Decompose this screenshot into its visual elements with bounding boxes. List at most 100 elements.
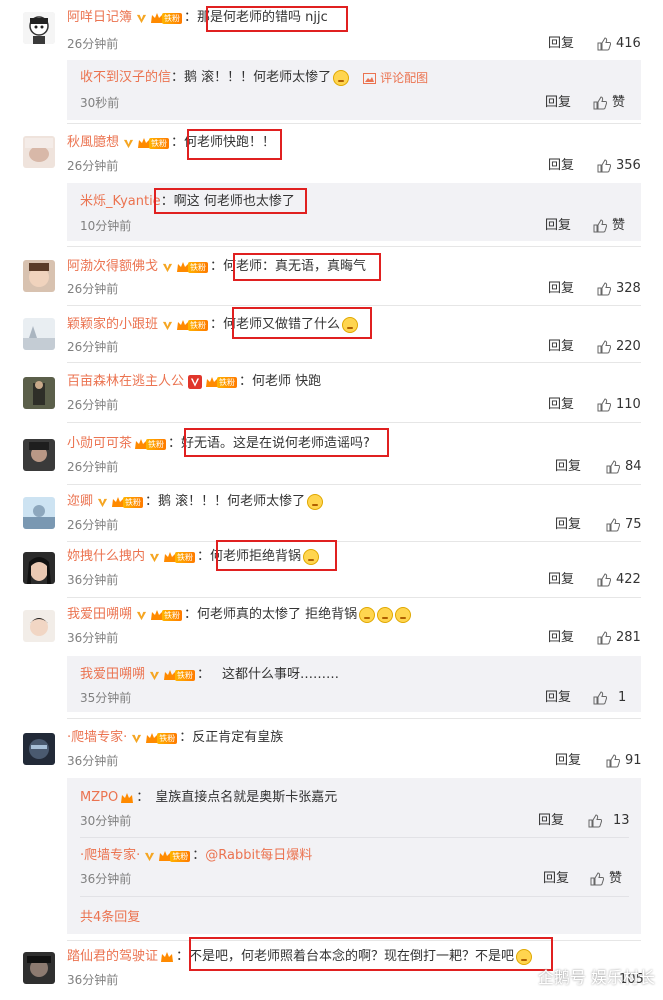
reply-button[interactable]: 回复 — [548, 397, 574, 413]
reply-button[interactable]: 回复 — [548, 339, 574, 355]
timestamp: 26分钟前 — [67, 460, 119, 474]
thumbs-up-icon — [606, 460, 620, 474]
reply-button[interactable]: 回复 — [545, 218, 571, 234]
mention-link[interactable]: @Rabbit每日爆料 — [205, 846, 312, 866]
username[interactable]: 阿渤次得额佛戈 — [67, 257, 158, 277]
like-button[interactable]: 赞 — [593, 218, 625, 234]
reply-button[interactable]: 回复 — [555, 459, 581, 475]
username[interactable]: 阿咩日记簿 — [67, 8, 132, 28]
timestamp: 36分钟前 — [67, 754, 119, 768]
thumbs-up-icon — [593, 691, 607, 705]
reply-button[interactable]: 回复 — [543, 871, 569, 887]
verified-v-icon — [149, 671, 160, 680]
thumbs-up-icon — [597, 631, 611, 645]
thumbs-up-icon — [597, 573, 611, 587]
verified-v-icon — [97, 498, 108, 507]
reply-button[interactable]: 回复 — [548, 281, 574, 297]
more-replies-link[interactable]: 共4条回复 — [80, 906, 140, 925]
like-button[interactable]: 1 — [593, 690, 626, 706]
comment-text: 反正肯定有皇族 — [192, 730, 284, 745]
fan-badge: 铁粉 — [145, 731, 178, 745]
timestamp: 26分钟前 — [67, 340, 119, 354]
fan-badge: 铁粉 — [134, 437, 167, 451]
like-button[interactable]: 赞 — [593, 95, 625, 111]
avatar[interactable] — [23, 260, 55, 292]
like-button[interactable]: 91 — [606, 753, 642, 769]
username[interactable]: 小勋可可茶 — [67, 434, 132, 454]
avatar[interactable] — [23, 610, 55, 642]
username[interactable]: ·爬墙专家· — [80, 846, 140, 866]
emoji-icon — [377, 607, 394, 623]
avatar[interactable] — [23, 497, 55, 529]
highlight-box — [233, 253, 381, 281]
avatar[interactable] — [23, 952, 55, 984]
username[interactable]: 颖颖家的小跟班 — [67, 315, 158, 335]
avatar[interactable] — [23, 136, 55, 168]
username[interactable]: MZPO — [80, 788, 118, 808]
username[interactable]: 妳拽什么拽内 — [67, 547, 145, 567]
reply-button[interactable]: 回复 — [548, 158, 574, 174]
highlight-box — [216, 540, 337, 571]
thumbs-up-icon — [593, 96, 607, 110]
comment-text: 这都什么事呀……… — [222, 667, 340, 682]
username[interactable]: 我爱田嗍嗍 — [80, 665, 145, 685]
timestamp: 30分钟前 — [80, 814, 132, 828]
highlight-box — [232, 307, 372, 339]
highlight-box — [206, 6, 348, 32]
timestamp: 36分钟前 — [67, 573, 119, 587]
avatar[interactable] — [23, 377, 55, 409]
reply-button[interactable]: 回复 — [548, 36, 574, 52]
fan-badge: 铁粉 — [150, 11, 183, 25]
comment-text: 鹅 滚！！！何老师太惨了 — [158, 494, 306, 509]
like-button[interactable]: 赞 — [590, 871, 622, 887]
avatar[interactable] — [23, 318, 55, 350]
highlight-box — [187, 129, 282, 160]
username[interactable]: 百亩森林在逃主人公 — [67, 372, 184, 392]
username[interactable]: 踏仙君的驾驶证 — [67, 947, 158, 967]
reply-button[interactable]: 回复 — [555, 753, 581, 769]
timestamp: 26分钟前 — [67, 282, 119, 296]
like-button[interactable]: 13 — [588, 813, 630, 829]
fan-badge — [160, 950, 174, 964]
username[interactable]: ·爬墙专家· — [67, 728, 127, 748]
avatar[interactable] — [23, 439, 55, 471]
avatar[interactable] — [23, 12, 55, 44]
like-button[interactable]: 356 — [597, 158, 641, 174]
reply-button[interactable]: 回复 — [548, 572, 574, 588]
fan-badge: 铁粉 — [111, 495, 144, 509]
like-button[interactable]: 422 — [597, 572, 641, 588]
like-button[interactable]: 220 — [597, 339, 641, 355]
username[interactable]: 我爱田嗍嗍 — [67, 605, 132, 625]
reply-button[interactable]: 回复 — [545, 95, 571, 111]
reply-button[interactable]: 回复 — [548, 630, 574, 646]
comment-text: 何老师真的太惨了 拒绝背锅 — [197, 607, 358, 622]
like-button[interactable]: 75 — [606, 517, 642, 533]
emoji-icon — [395, 607, 412, 623]
timestamp: 26分钟前 — [67, 37, 119, 51]
comment-image-link[interactable]: 评论配图 — [363, 68, 428, 88]
reply-button[interactable]: 回复 — [545, 690, 571, 706]
fan-badge: 铁粉 — [163, 668, 196, 682]
emoji-icon — [307, 494, 324, 510]
username[interactable]: 收不到汉子的信 — [80, 68, 171, 88]
username[interactable]: 迩卿 — [67, 492, 93, 512]
like-button[interactable]: 110 — [597, 397, 641, 413]
verified-v-icon — [145, 852, 155, 861]
reply-button[interactable]: 回复 — [538, 813, 564, 829]
avatar[interactable] — [23, 733, 55, 765]
verified-v-icon — [188, 375, 203, 389]
verified-v-icon — [162, 263, 173, 272]
fan-badge: 铁粉 — [158, 849, 191, 863]
username[interactable]: 秋風臆想 — [67, 133, 119, 153]
avatar[interactable] — [23, 552, 55, 584]
verified-v-icon — [149, 553, 160, 562]
thumbs-up-icon — [597, 282, 611, 296]
like-button[interactable]: 328 — [597, 281, 641, 297]
timestamp: 26分钟前 — [67, 518, 119, 532]
reply-button[interactable]: 回复 — [555, 517, 581, 533]
like-button[interactable]: 84 — [606, 459, 642, 475]
thumbs-up-icon — [590, 872, 604, 886]
username[interactable]: 米烁_Kyantie — [80, 192, 161, 212]
like-button[interactable]: 416 — [597, 36, 641, 52]
like-button[interactable]: 281 — [597, 630, 641, 646]
